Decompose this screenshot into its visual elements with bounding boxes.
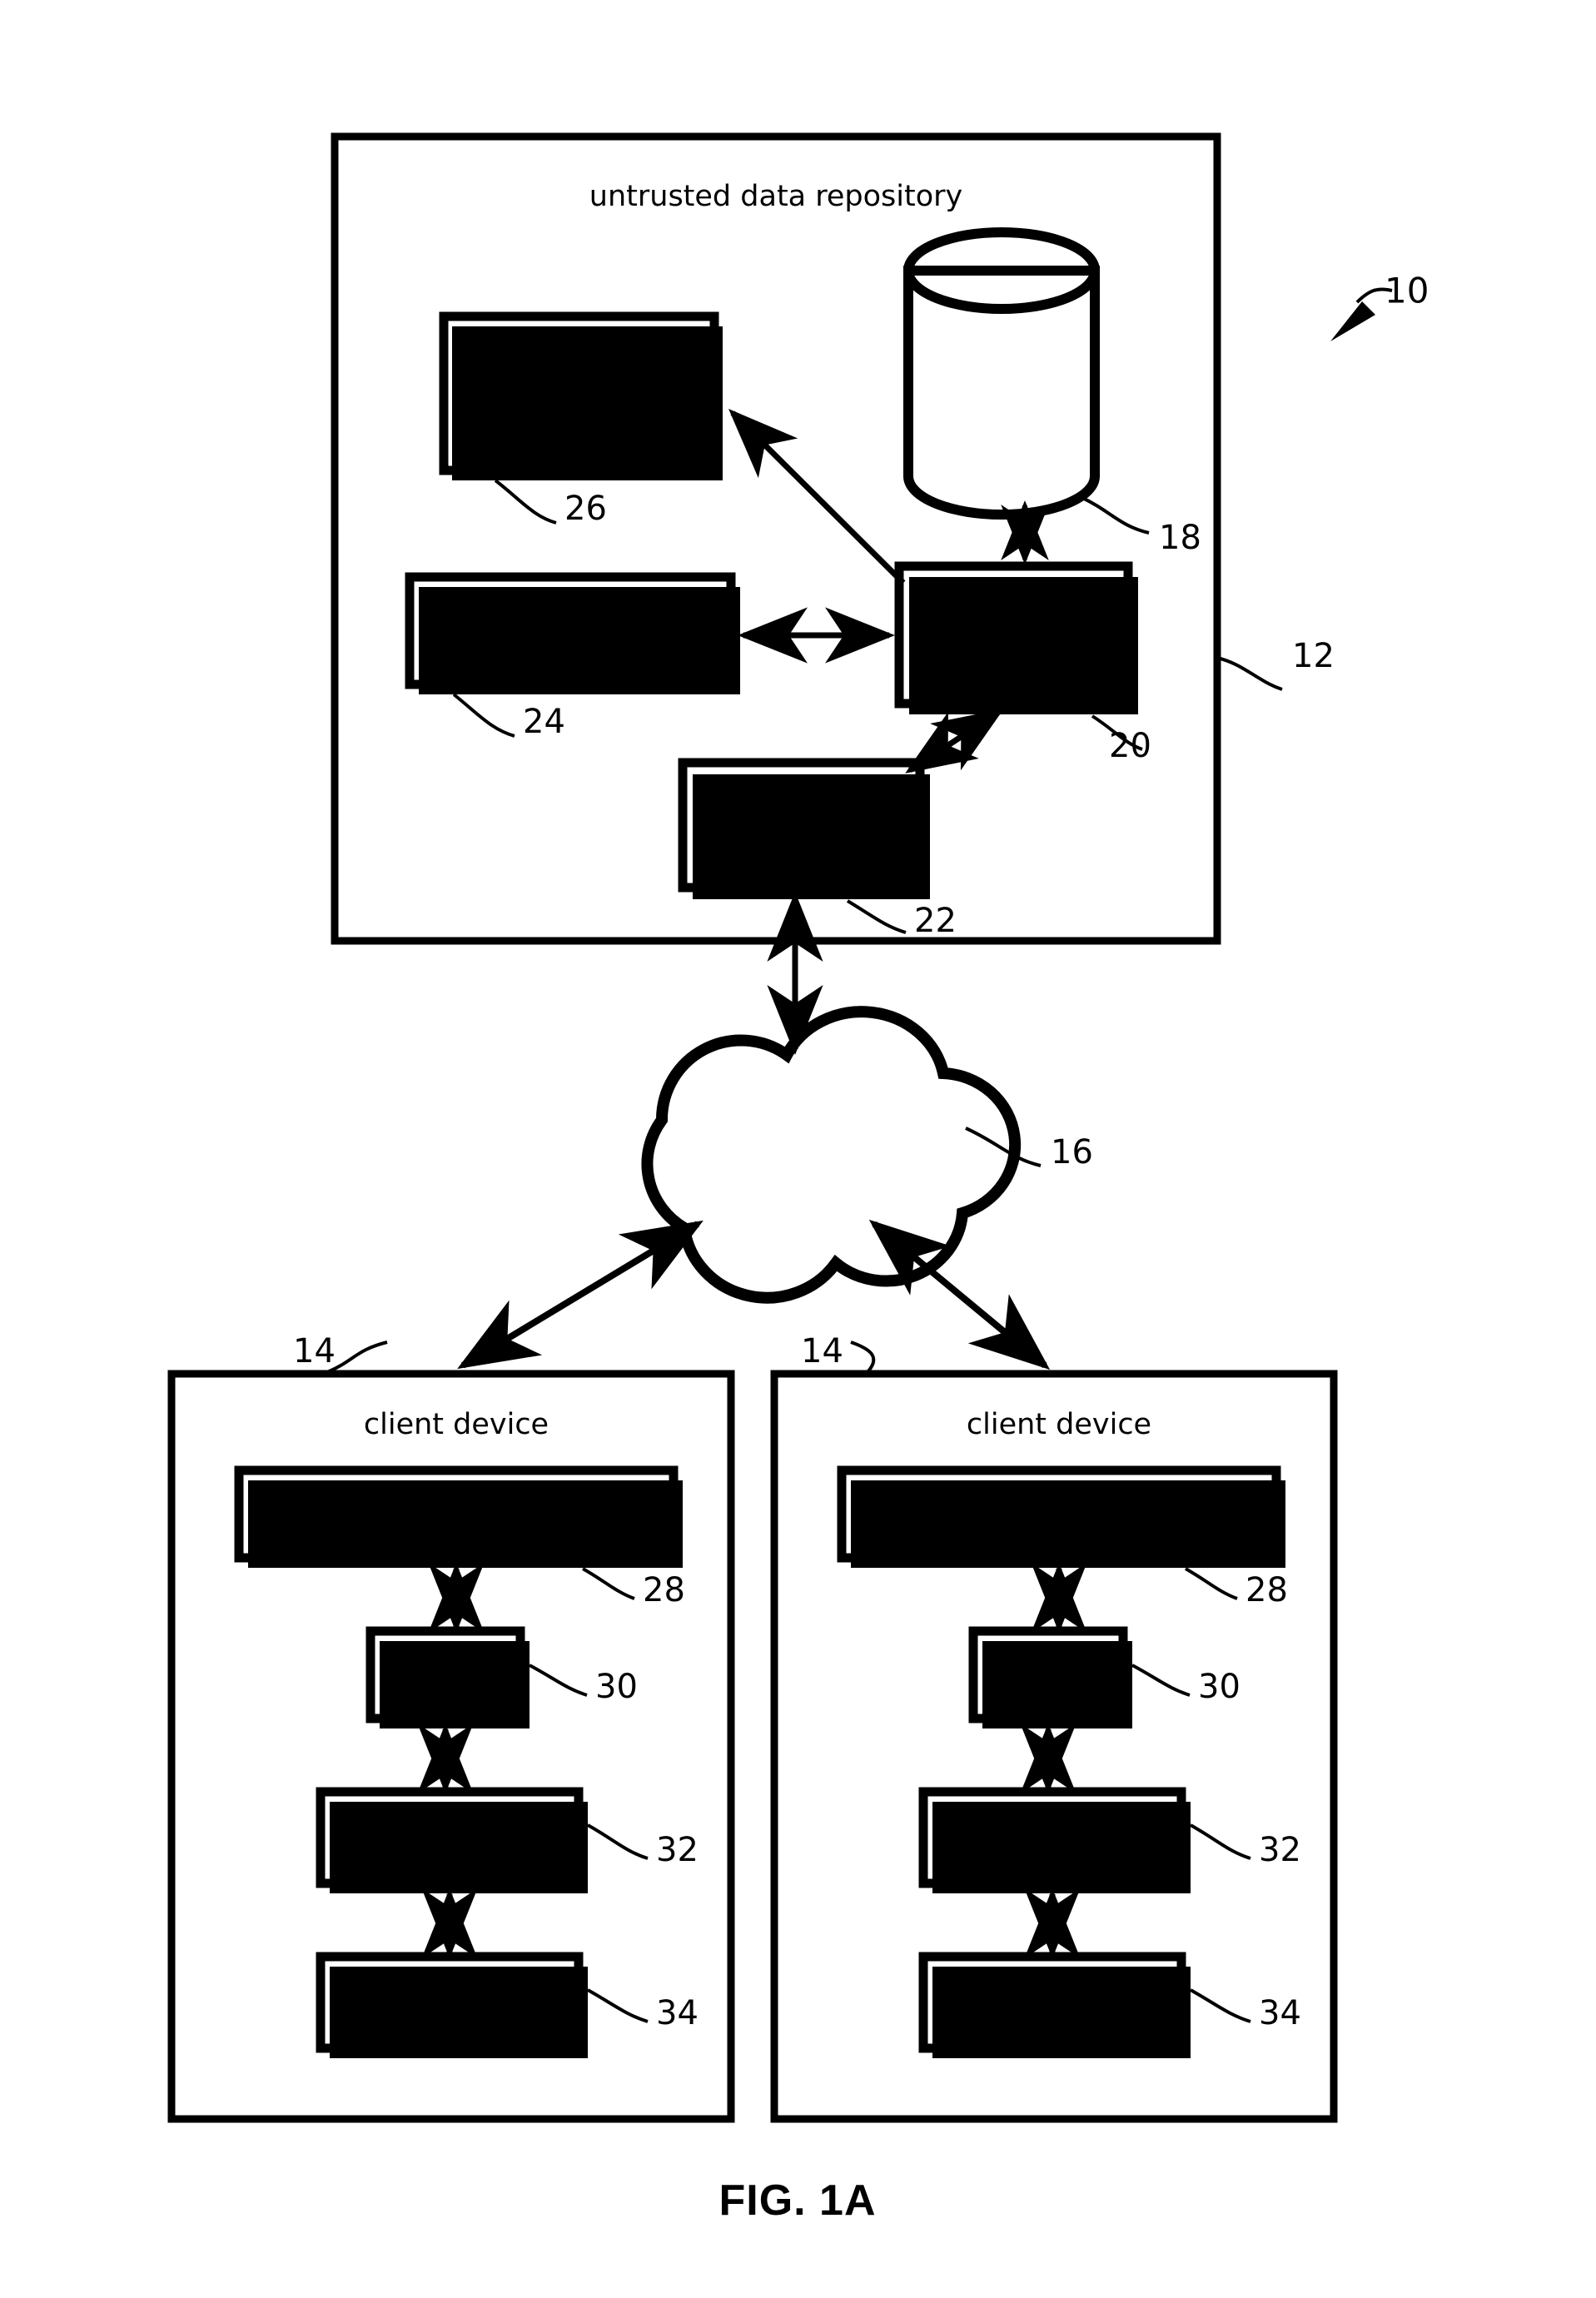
ref-number-14-left: 14: [293, 1332, 336, 1370]
database-cylinder-icon: 18: [903, 227, 1201, 557]
client-right-title: client device: [967, 1408, 1151, 1441]
ref-number-26: 26: [564, 490, 607, 528]
leader-line-30-left: [529, 1664, 588, 1697]
client-device-right-panel: client device 14 encryption/decryption 2…: [770, 1332, 1338, 2123]
ref-number-30-left: 30: [595, 1668, 638, 1706]
leader-line-28-left: [582, 1567, 635, 1600]
connector-network-client-left: [457, 1220, 704, 1370]
system-reference-arrowhead: [1330, 301, 1375, 341]
figure-caption: FIG. 1A: [718, 2176, 876, 2225]
connector-apiserver-controller: [905, 709, 1004, 773]
system-reference-callout: 10: [1330, 271, 1429, 341]
svg-text:manager: manager: [513, 400, 644, 434]
ref-number-34-left: 34: [656, 1994, 699, 2032]
api-server-label: API server: [727, 809, 875, 843]
leader-line-30-right: [1131, 1664, 1191, 1697]
leader-line-12: [1216, 656, 1283, 691]
leader-line-14-right: [850, 1340, 876, 1375]
connector-network-client-right: [868, 1219, 1051, 1370]
ref-number-18: 18: [1159, 519, 1201, 557]
patent-figure: untrusted data repository 12 18 consiste…: [0, 0, 1596, 2298]
query-logic-right-label: query logic: [972, 1823, 1133, 1856]
ref-number-24: 24: [523, 703, 565, 741]
consistency-manager-block: consistency manager 26: [439, 311, 723, 528]
leader-line-18: [1080, 495, 1150, 535]
client-left-title: client device: [364, 1408, 549, 1441]
leader-line-34-left: [587, 1988, 649, 2023]
network-cloud: 16: [641, 1006, 1093, 1304]
application-right-label: application: [972, 1987, 1132, 2021]
svg-text:consistency: consistency: [493, 359, 664, 392]
ref-number-32-right: 32: [1259, 1831, 1301, 1869]
client-device-left-panel: client device 14 encryption/decryption 2…: [167, 1332, 735, 2123]
network-cloud-shape: [641, 1006, 1022, 1304]
leader-line-34-right: [1190, 1988, 1251, 2023]
ref-number-20: 20: [1109, 727, 1151, 765]
diagram-canvas: untrusted data repository 12 18 consiste…: [167, 132, 1429, 2225]
leader-line-28-right: [1185, 1567, 1238, 1600]
api-server-block: API server 22: [678, 758, 957, 940]
enc-dec-right-label: encryption/decryption: [898, 1499, 1220, 1532]
leader-line-32-right: [1190, 1823, 1251, 1860]
cache-right-label: cache: [1005, 1659, 1091, 1693]
leader-line-26: [494, 479, 557, 525]
ref-number-32-left: 32: [656, 1831, 699, 1869]
ref-number-22: 22: [914, 902, 957, 940]
ref-number-28-left: 28: [643, 1571, 685, 1609]
ref-number-10: 10: [1385, 271, 1429, 311]
cache-manager-label: cache manager: [457, 615, 684, 649]
controller-label: controller: [945, 620, 1085, 654]
cache-manager-block: cache manager 24: [405, 572, 740, 741]
connector-controller-consistencymanager: [728, 409, 906, 585]
controller-block: controller 20: [894, 561, 1151, 765]
leader-line-32-left: [587, 1823, 649, 1860]
ref-number-14-right: 14: [801, 1332, 843, 1370]
repository-title: untrusted data repository: [589, 180, 962, 213]
leader-line-22: [846, 899, 907, 934]
ref-number-16: 16: [1051, 1133, 1093, 1171]
leader-line-16: [965, 1127, 1042, 1167]
query-logic-left-label: query logic: [369, 1823, 530, 1856]
leader-line-24: [452, 693, 515, 738]
cache-left-label: cache: [402, 1659, 489, 1693]
application-left-label: application: [369, 1987, 530, 2021]
ref-number-30-right: 30: [1198, 1668, 1241, 1706]
ref-number-28-right: 28: [1245, 1571, 1288, 1609]
ref-number-12: 12: [1292, 637, 1335, 675]
ref-number-34-right: 34: [1259, 1994, 1301, 2032]
enc-dec-left-label: encryption/decryption: [296, 1499, 617, 1532]
